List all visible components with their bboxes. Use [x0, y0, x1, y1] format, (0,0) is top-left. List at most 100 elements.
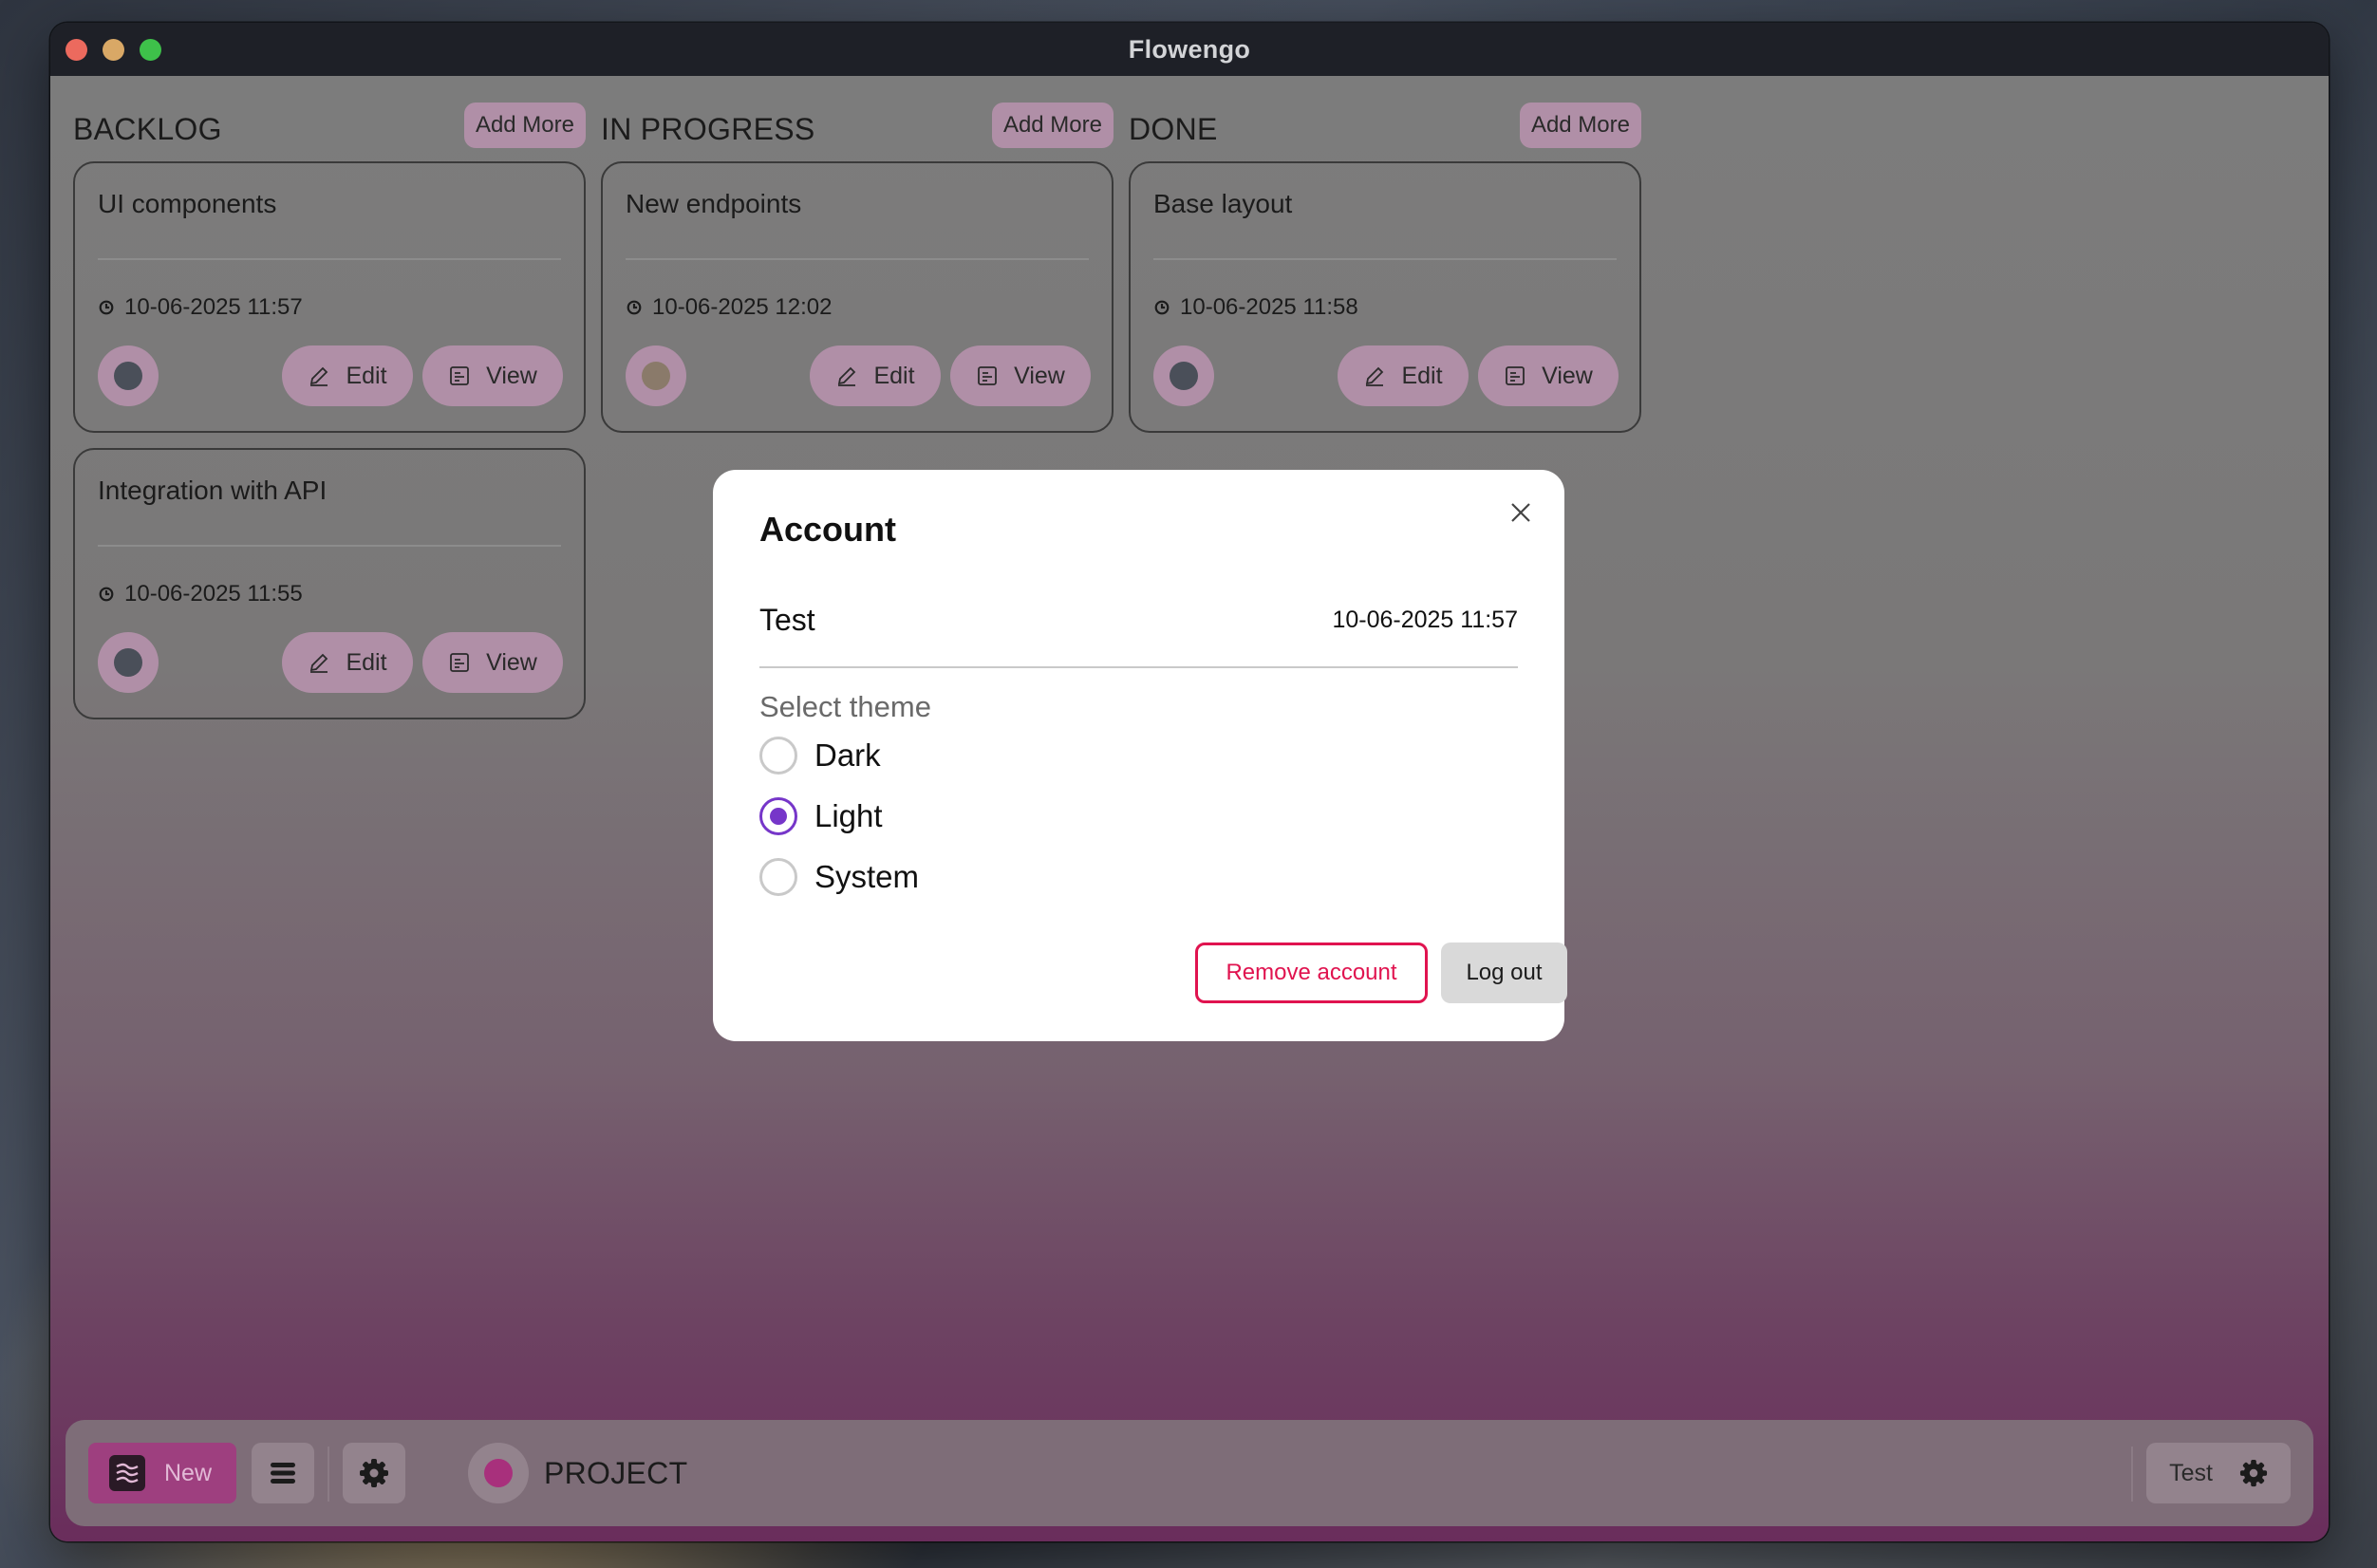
menu-button[interactable] — [252, 1443, 314, 1503]
card-divider — [98, 545, 561, 547]
edit-button[interactable]: Edit — [1338, 345, 1469, 406]
task-card[interactable]: Integration with API 10-06-2025 11:55 Ed… — [73, 448, 586, 719]
app-logo-icon — [109, 1455, 145, 1491]
column-title: DONE — [1129, 112, 1218, 146]
title-bar: Flowengo — [50, 23, 2329, 76]
settings-button[interactable] — [343, 1443, 405, 1503]
radio-button[interactable] — [759, 797, 797, 835]
column-title: BACKLOG — [73, 112, 222, 146]
document-icon — [450, 366, 470, 385]
account-dialog: Account Test 10-06-2025 11:57 Select the… — [713, 470, 1567, 1041]
view-button[interactable]: View — [422, 345, 563, 406]
edit-button[interactable]: Edit — [282, 632, 413, 693]
status-dot — [114, 648, 142, 677]
task-card[interactable]: Base layout 10-06-2025 11:58 Edit View — [1129, 161, 1641, 433]
edit-label: Edit — [346, 648, 387, 676]
status-button[interactable] — [1153, 345, 1214, 406]
logout-button[interactable]: Log out — [1441, 943, 1567, 1003]
task-card[interactable]: UI components 10-06-2025 11:57 Edit View — [73, 161, 586, 433]
add-more-button[interactable]: Add More — [463, 103, 586, 148]
column-header: DONE Add More — [1129, 103, 1641, 150]
pencil-icon — [838, 366, 856, 386]
maximize-window-button[interactable] — [140, 39, 161, 61]
clock-icon — [1154, 300, 1170, 315]
dialog-divider — [759, 666, 1518, 668]
card-date: 10-06-2025 11:58 — [1153, 294, 1358, 321]
bottom-toolbar: New PROJECT Test — [66, 1420, 2313, 1526]
task-card[interactable]: New endpoints 10-06-2025 12:02 Edit View — [601, 161, 1114, 433]
edit-label: Edit — [346, 362, 387, 389]
card-date: 10-06-2025 11:55 — [98, 581, 303, 607]
project-color-dot — [484, 1459, 513, 1487]
theme-option-system[interactable]: System — [759, 858, 919, 896]
document-icon — [1506, 366, 1525, 385]
theme-option-label: System — [814, 859, 920, 894]
theme-option-dark[interactable]: Dark — [759, 737, 881, 775]
theme-option-light[interactable]: Light — [759, 797, 883, 835]
pencil-icon — [310, 366, 328, 386]
edit-label: Edit — [1401, 362, 1443, 389]
card-title: Base layout — [1153, 189, 1293, 218]
column-title: IN PROGRESS — [601, 112, 815, 146]
document-icon — [450, 653, 470, 672]
status-dot — [114, 362, 142, 390]
card-divider — [98, 258, 561, 260]
card-date: 10-06-2025 11:57 — [98, 294, 303, 321]
radio-button[interactable] — [759, 858, 797, 896]
card-title: New endpoints — [626, 189, 802, 218]
toolbar-divider — [328, 1447, 329, 1502]
edit-label: Edit — [873, 362, 915, 389]
view-label: View — [486, 362, 537, 389]
theme-option-label: Light — [814, 798, 883, 833]
column-header: BACKLOG Add More — [73, 103, 586, 150]
pencil-icon — [1366, 366, 1384, 386]
project-label[interactable]: PROJECT — [544, 1456, 687, 1491]
card-date-text: 10-06-2025 11:58 — [1180, 294, 1358, 320]
view-button[interactable]: View — [1478, 345, 1619, 406]
column-header: IN PROGRESS Add More — [601, 103, 1114, 150]
project-color-button[interactable] — [468, 1443, 529, 1503]
document-icon — [978, 366, 998, 385]
remove-account-button[interactable]: Remove account — [1195, 943, 1428, 1003]
card-date-text: 10-06-2025 11:55 — [124, 581, 303, 607]
account-name: Test — [759, 603, 815, 637]
dialog-title: Account — [759, 510, 896, 549]
card-date-text: 10-06-2025 11:57 — [124, 294, 303, 320]
theme-option-label: Dark — [814, 737, 881, 773]
card-title: Integration with API — [98, 476, 328, 505]
minimize-window-button[interactable] — [103, 39, 124, 61]
view-button[interactable]: View — [950, 345, 1091, 406]
gear-icon — [360, 1459, 388, 1487]
new-button[interactable]: New — [88, 1443, 236, 1503]
card-date: 10-06-2025 12:02 — [626, 294, 833, 321]
status-dot — [1170, 362, 1198, 390]
user-label: Test — [2169, 1459, 2213, 1486]
gear-icon — [2239, 1459, 2267, 1487]
new-label: New — [164, 1459, 213, 1486]
add-more-button[interactable]: Add More — [991, 103, 1114, 148]
close-window-button[interactable] — [66, 39, 87, 61]
clock-icon — [627, 300, 642, 315]
view-button[interactable]: View — [422, 632, 563, 693]
status-button[interactable] — [626, 345, 686, 406]
view-label: View — [1542, 362, 1593, 389]
clock-icon — [99, 587, 114, 602]
edit-button[interactable]: Edit — [282, 345, 413, 406]
status-button[interactable] — [98, 632, 159, 693]
card-date-text: 10-06-2025 12:02 — [652, 294, 833, 320]
status-button[interactable] — [98, 345, 159, 406]
account-button[interactable]: Test — [2146, 1443, 2291, 1503]
edit-button[interactable]: Edit — [810, 345, 941, 406]
account-date: 10-06-2025 11:57 — [1332, 607, 1518, 633]
radio-selected-indicator — [770, 808, 787, 825]
pencil-icon — [310, 653, 328, 673]
add-more-button[interactable]: Add More — [1519, 103, 1641, 148]
window-controls — [66, 39, 161, 61]
radio-button[interactable] — [759, 737, 797, 775]
menu-icon — [271, 1463, 295, 1484]
close-icon[interactable] — [1506, 497, 1536, 528]
view-label: View — [1014, 362, 1065, 389]
window-title: Flowengo — [1128, 34, 1251, 64]
status-dot — [642, 362, 670, 390]
view-label: View — [486, 648, 537, 676]
